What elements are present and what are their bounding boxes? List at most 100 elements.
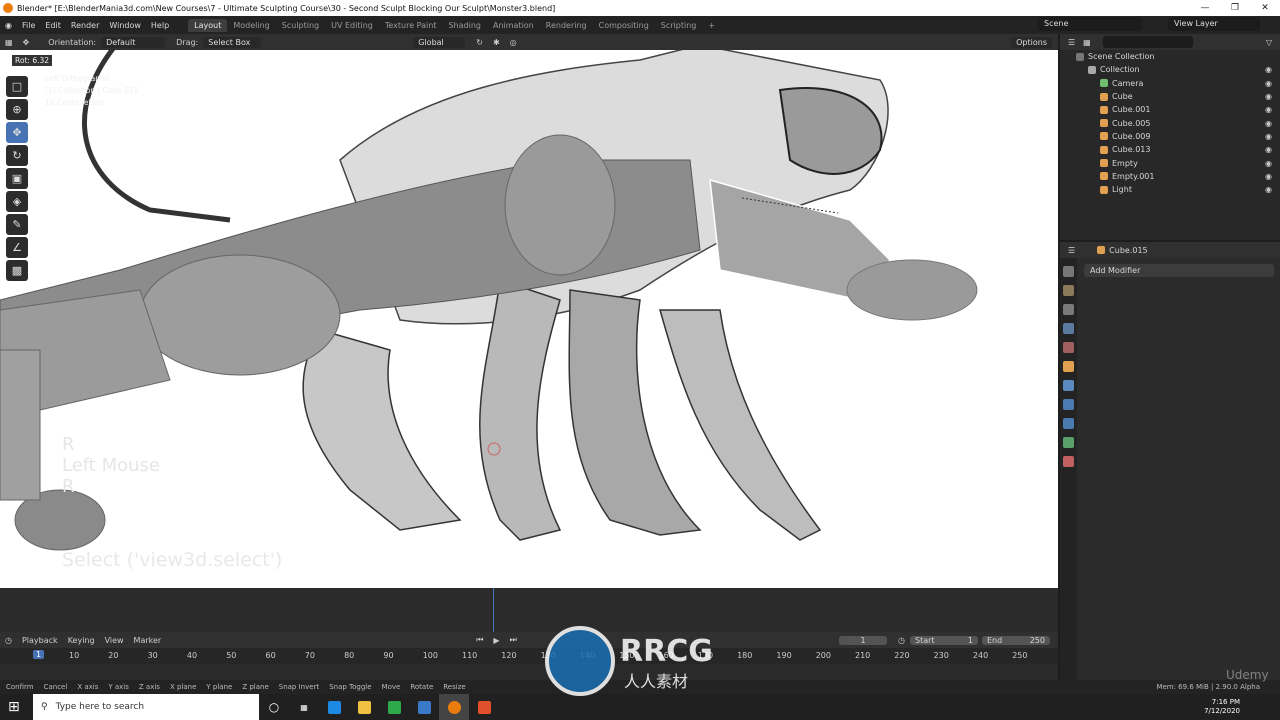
menu-marker[interactable]: Marker	[134, 636, 162, 645]
tool-tab-icon[interactable]	[1063, 266, 1074, 277]
scene-selector[interactable]: Scene	[1038, 17, 1142, 31]
visibility-eye-icon[interactable]: ◉	[1265, 105, 1272, 114]
close-icon[interactable]: ✕	[1250, 3, 1280, 13]
scene-tab-icon[interactable]	[1063, 342, 1074, 353]
measure-tool-icon[interactable]: ∠	[6, 237, 28, 258]
tab-rendering[interactable]: Rendering	[540, 19, 593, 32]
current-frame-marker[interactable]: 1	[33, 650, 45, 659]
tab-compositing[interactable]: Compositing	[593, 19, 655, 32]
data-tab-icon[interactable]	[1063, 437, 1074, 448]
task-view-icon[interactable]: ▦	[289, 694, 319, 720]
scale-tool-icon[interactable]: ▣	[6, 168, 28, 189]
transform-tool-icon[interactable]: ◈	[6, 191, 28, 212]
file-explorer-icon[interactable]	[349, 694, 379, 720]
outliner-item[interactable]: Cube.001 ◉	[1060, 103, 1280, 116]
cursor-tool-icon[interactable]: ⊕	[6, 99, 28, 120]
tab-uv-editing[interactable]: UV Editing	[325, 19, 379, 32]
render-tab-icon[interactable]	[1063, 285, 1074, 296]
visibility-eye-icon[interactable]: ◉	[1265, 132, 1272, 141]
visibility-eye-icon[interactable]: ◉	[1265, 79, 1272, 88]
jump-start-icon[interactable]: ⏮	[476, 635, 483, 645]
end-frame-field[interactable]: End 250	[982, 635, 1050, 645]
system-clock[interactable]: 7:16 PM 7/12/2020	[1204, 698, 1240, 716]
options-dropdown[interactable]: Options	[1011, 36, 1052, 48]
rotate-tool-icon[interactable]: ↻	[6, 145, 28, 166]
tab-sculpting[interactable]: Sculpting	[276, 19, 325, 32]
particles-tab-icon[interactable]	[1063, 399, 1074, 410]
move-tool-icon[interactable]: ✥	[6, 122, 28, 143]
restore-icon[interactable]: ❐	[1220, 3, 1250, 13]
modifier-tab-icon[interactable]	[1063, 380, 1074, 391]
snap-icon[interactable]: ✱	[493, 38, 500, 47]
editor-type-icon[interactable]: ▦	[5, 38, 13, 47]
pivot-icon[interactable]: ↻	[476, 38, 483, 47]
transform-tool-icon[interactable]: ✥	[23, 38, 30, 47]
visibility-eye-icon[interactable]: ◉	[1265, 159, 1272, 168]
visibility-eye-icon[interactable]: ◉	[1265, 92, 1272, 101]
blender-taskbar-icon[interactable]	[439, 694, 469, 720]
camtasia-icon[interactable]	[379, 694, 409, 720]
menu-playback[interactable]: Playback	[22, 636, 58, 645]
properties-editor-icon[interactable]: ☰	[1068, 246, 1075, 255]
3d-viewport[interactable]: □ ⊕ ✥ ↻ ▣ ◈ ✎ ∠ ▩ Rot: 6.32 Left Orthogr…	[0, 50, 1058, 588]
outliner-item[interactable]: Cube.005 ◉	[1060, 116, 1280, 129]
annotate-tool-icon[interactable]: ✎	[6, 214, 28, 235]
windows-start-icon[interactable]: ⊞	[8, 699, 20, 715]
frame-ruler[interactable]: 1 10203040506070809010011012013014015016…	[0, 648, 1058, 664]
visibility-eye-icon[interactable]: ◉	[1265, 65, 1272, 74]
tab-modeling[interactable]: Modeling	[227, 19, 275, 32]
select-tool-icon[interactable]: □	[6, 76, 28, 97]
add-workspace-icon[interactable]: +	[702, 19, 721, 32]
play-icon[interactable]: ▶	[493, 636, 499, 645]
display-mode-icon[interactable]: ▦	[1083, 38, 1091, 47]
drag-dropdown[interactable]: Select Box	[203, 36, 262, 48]
outliner-search-input[interactable]	[1102, 36, 1193, 48]
add-cube-tool-icon[interactable]: ▩	[6, 260, 28, 281]
edge-icon[interactable]	[319, 694, 349, 720]
menu-edit[interactable]: Edit	[40, 21, 66, 30]
view-layer-tab-icon[interactable]	[1063, 323, 1074, 334]
outliner-item[interactable]: Cube ◉	[1060, 90, 1280, 103]
menu-render[interactable]: Render	[66, 21, 104, 30]
visibility-eye-icon[interactable]: ◉	[1265, 119, 1272, 128]
transform-orientation-dropdown[interactable]: Global	[413, 36, 466, 48]
outliner-item[interactable]: Cube.013 ◉	[1060, 143, 1280, 156]
material-tab-icon[interactable]	[1063, 456, 1074, 467]
start-frame-field[interactable]: Start 1	[910, 635, 978, 645]
cortana-icon[interactable]: ○	[259, 694, 289, 720]
view-layer-selector[interactable]: View Layer	[1168, 17, 1260, 31]
menu-view[interactable]: View	[105, 636, 124, 645]
photos-icon[interactable]	[409, 694, 439, 720]
outliner-item[interactable]: Cube.009 ◉	[1060, 130, 1280, 143]
physics-tab-icon[interactable]	[1063, 418, 1074, 429]
outliner-scene-collection[interactable]: Scene Collection	[1060, 50, 1280, 63]
outliner-editor-icon[interactable]: ☰	[1068, 38, 1075, 47]
jump-end-icon[interactable]: ⏭	[510, 635, 517, 645]
current-frame-field[interactable]: 1	[839, 635, 888, 645]
minimize-icon[interactable]: —	[1190, 3, 1220, 13]
recorder-icon[interactable]	[469, 694, 499, 720]
timeline-editor-icon[interactable]: ◷	[5, 636, 12, 645]
tab-texture-paint[interactable]: Texture Paint	[379, 19, 443, 32]
visibility-eye-icon[interactable]: ◉	[1265, 172, 1272, 181]
object-tab-icon[interactable]	[1063, 361, 1074, 372]
outliner-item[interactable]: Light ◉	[1060, 183, 1280, 196]
tab-scripting[interactable]: Scripting	[655, 19, 703, 32]
menu-window[interactable]: Window	[104, 21, 146, 30]
visibility-eye-icon[interactable]: ◉	[1265, 185, 1272, 194]
filter-icon[interactable]: ▽	[1266, 38, 1272, 47]
menu-help[interactable]: Help	[146, 21, 174, 30]
tab-animation[interactable]: Animation	[487, 19, 540, 32]
proportional-icon[interactable]: ◎	[510, 38, 517, 47]
outliner-item[interactable]: Camera ◉	[1060, 77, 1280, 90]
outliner-item[interactable]: Empty.001 ◉	[1060, 170, 1280, 183]
orientation-dropdown[interactable]: Default	[101, 36, 166, 48]
visibility-eye-icon[interactable]: ◉	[1265, 145, 1272, 154]
add-modifier-dropdown[interactable]: Add Modifier	[1084, 264, 1274, 277]
menu-file[interactable]: File	[17, 21, 40, 30]
taskbar-search[interactable]: ⚲ Type here to search	[33, 694, 259, 720]
outliner-item[interactable]: Empty ◉	[1060, 156, 1280, 169]
tab-layout[interactable]: Layout	[188, 18, 228, 32]
blender-menu-icon[interactable]: ◉	[0, 21, 17, 30]
output-tab-icon[interactable]	[1063, 304, 1074, 315]
